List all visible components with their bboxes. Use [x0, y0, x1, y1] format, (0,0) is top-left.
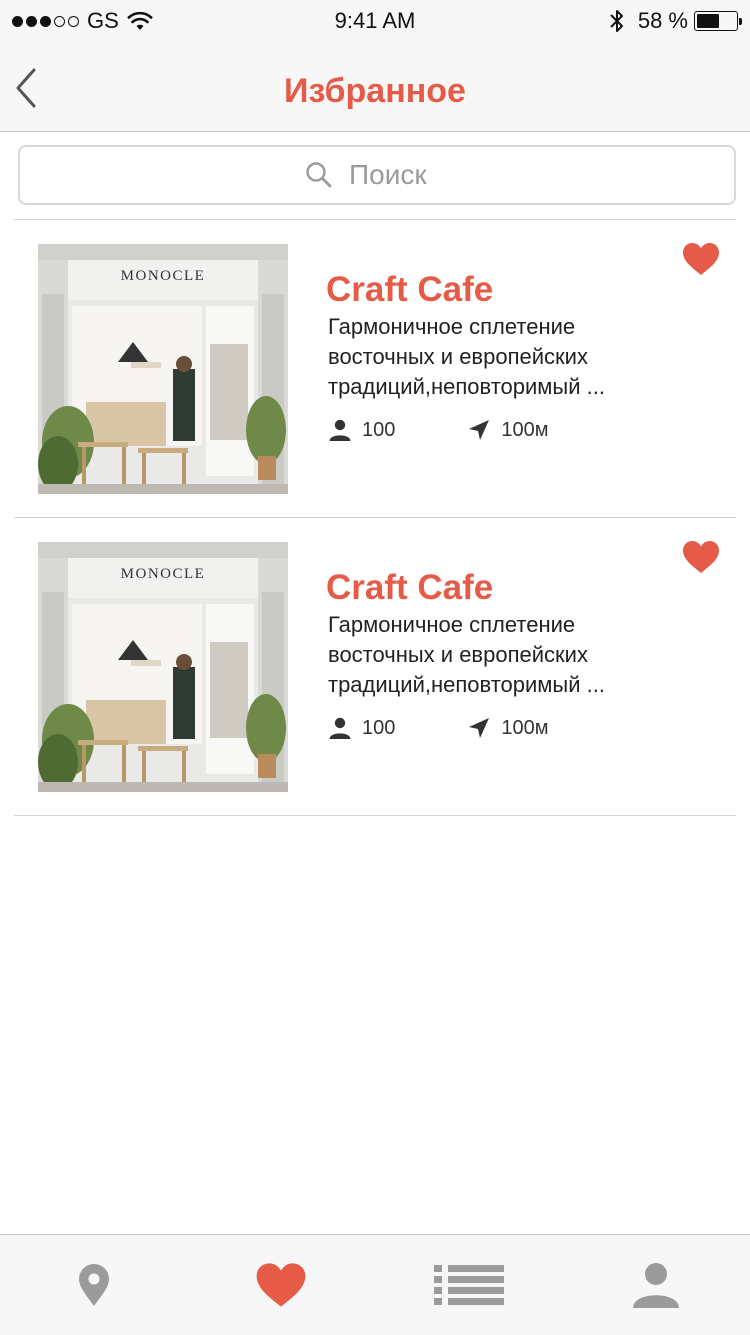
battery-icon — [694, 11, 742, 31]
item-distance: 100м — [501, 418, 549, 441]
favorite-button[interactable] — [682, 242, 720, 276]
status-bar: GS 9:41 AM 58 % — [0, 0, 750, 42]
list-item[interactable]: MONOCLE Craft Cafe Гармоничное сплетение… — [0, 518, 750, 816]
list-item[interactable]: MONOCLE Craft Cafe Гармоничное сплетение… — [0, 220, 750, 518]
favorite-button[interactable] — [682, 540, 720, 574]
heart-icon — [683, 541, 719, 573]
item-meta: 100 100м — [328, 716, 549, 740]
heart-icon — [256, 1263, 306, 1307]
item-title: Craft Cafe — [326, 270, 494, 309]
tab-profile[interactable] — [563, 1235, 750, 1335]
item-description: Гармоничное сплетение восточных и европе… — [328, 314, 605, 399]
item-capacity: 100 — [362, 716, 396, 739]
page-title: Избранное — [284, 72, 466, 110]
cafe-photo: MONOCLE — [38, 542, 288, 792]
item-capacity: 100 — [362, 418, 396, 441]
photo-sign-text: MONOCLE — [121, 566, 206, 582]
profile-icon — [633, 1263, 680, 1308]
location-arrow-icon — [469, 420, 490, 440]
bluetooth-icon — [610, 10, 623, 32]
person-icon — [329, 419, 351, 441]
tab-list[interactable] — [375, 1235, 563, 1335]
status-right: 58 % — [608, 8, 742, 34]
item-title: Craft Cafe — [326, 568, 494, 607]
battery-percent: 58 % — [637, 8, 688, 33]
tab-favorites[interactable] — [188, 1235, 376, 1335]
tab-bar — [0, 1234, 750, 1335]
search-bar[interactable] — [18, 145, 736, 205]
location-arrow-icon — [469, 718, 490, 738]
search-icon — [306, 162, 332, 188]
heart-icon — [683, 243, 719, 275]
item-meta: 100 100м — [328, 418, 549, 442]
search-input[interactable] — [349, 159, 449, 191]
item-distance: 100м — [501, 716, 549, 739]
item-description: Гармоничное сплетение восточных и европе… — [328, 612, 605, 697]
photo-sign-text: MONOCLE — [121, 268, 206, 284]
cafe-photo: MONOCLE — [38, 244, 288, 494]
person-icon — [329, 717, 351, 739]
navigation-bar: Избранное — [0, 42, 750, 132]
list-icon — [433, 1265, 504, 1305]
tab-map[interactable] — [0, 1235, 188, 1335]
map-pin-icon — [78, 1264, 109, 1306]
divider — [14, 815, 736, 816]
